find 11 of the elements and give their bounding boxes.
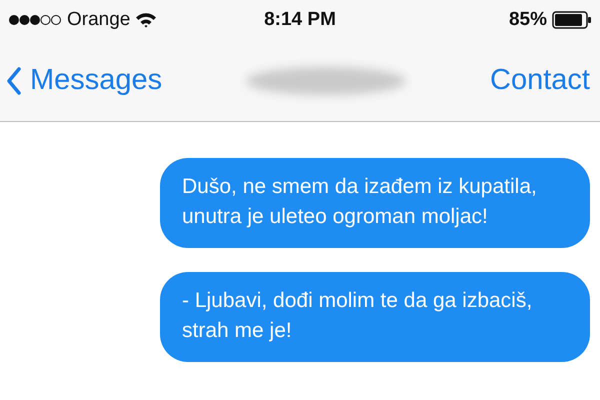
message-bubble: Dušo, ne smem da izađem iz kupatila, unutra je uleteo ogroman moljac!: [160, 158, 590, 248]
message-bubble: - Ljubavi, dođi molim te da ga izbaciš, strah me je!: [160, 272, 590, 362]
clock-time: 8:14 PM: [264, 9, 336, 31]
carrier-name: Orange: [67, 9, 130, 31]
wifi-icon: [135, 12, 158, 28]
battery-percent: 85%: [508, 9, 547, 31]
signal-icon: [8, 14, 62, 26]
back-button[interactable]: Messages: [6, 64, 162, 97]
chevron-left-icon: [6, 66, 22, 94]
battery-icon: [552, 11, 592, 29]
contact-button[interactable]: Contact: [490, 64, 590, 97]
